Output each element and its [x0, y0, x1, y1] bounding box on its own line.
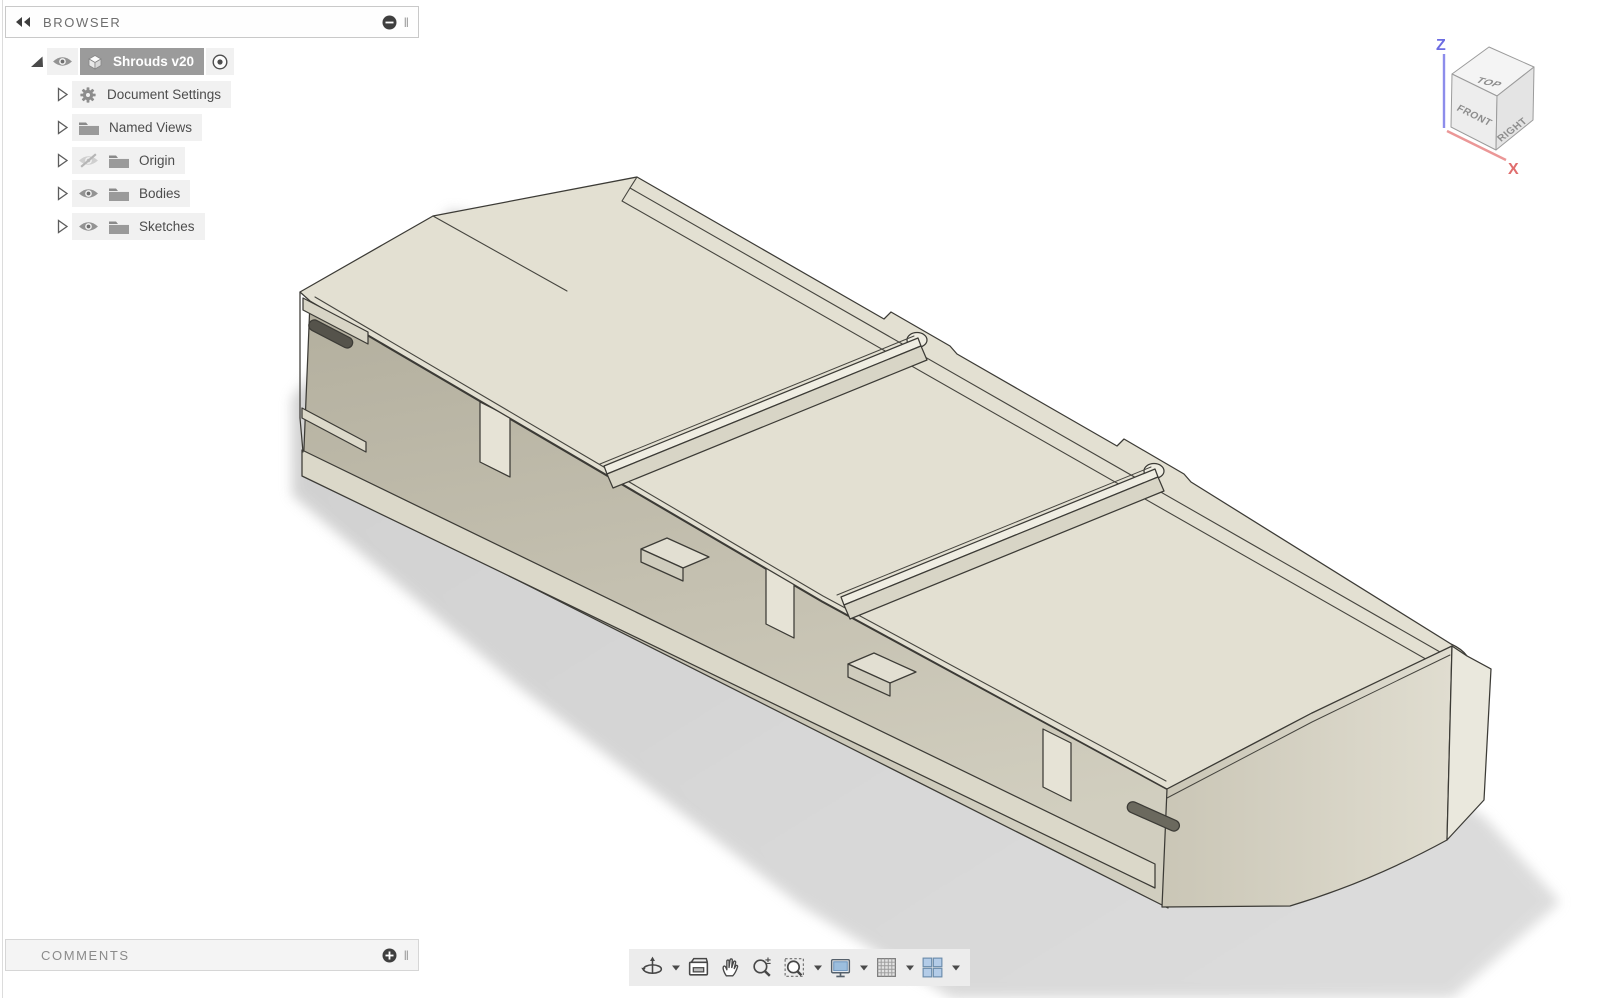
expander-collapsed-icon[interactable] — [52, 218, 72, 235]
fusion-canvas-window: { "browser_panel": { "title": "BROWSER",… — [0, 0, 1600, 998]
display-settings-icon — [830, 958, 851, 978]
folder-icon — [109, 155, 129, 168]
orbit-button[interactable] — [638, 953, 667, 982]
tree-item-sketches[interactable]: Sketches — [72, 213, 205, 240]
tree-item-shrouds-v20[interactable]: Shrouds v20 — [80, 48, 205, 75]
tree-item-label: Bodies — [139, 186, 181, 201]
browser-tree: Shrouds v20 Document Settings Named View… — [5, 45, 419, 243]
pan-hand-icon — [722, 958, 739, 977]
visibility-toggle[interactable] — [47, 48, 78, 75]
display-settings-dropdown-caret[interactable] — [858, 953, 869, 982]
tree-item-document-settings[interactable]: Document Settings — [72, 81, 232, 108]
viewcube[interactable]: TOP FRONT RIGHT Z X — [1436, 37, 1535, 178]
eye-icon[interactable] — [78, 219, 99, 234]
z-axis-label: Z — [1436, 37, 1446, 54]
grid-dropdown-caret[interactable] — [904, 953, 915, 982]
gear-icon — [80, 86, 96, 103]
zoom-button[interactable]: ± — [748, 953, 777, 982]
folder-icon — [79, 122, 99, 135]
expander-collapsed-icon[interactable] — [52, 119, 72, 136]
tree-item-bodies[interactable]: Bodies — [72, 180, 191, 207]
pan-button[interactable] — [716, 953, 745, 982]
comments-panel-title: COMMENTS — [41, 947, 130, 963]
comments-panel: COMMENTS ‖ — [5, 939, 419, 971]
fit-button[interactable] — [780, 953, 809, 982]
browser-panel: BROWSER ‖ Shrouds v20 Document Settings … — [5, 6, 419, 243]
tree-item-label: Shrouds v20 — [113, 54, 195, 69]
panel-grip-handle[interactable]: ‖ — [404, 15, 409, 30]
expander-collapsed-icon[interactable] — [52, 86, 72, 103]
expander-collapsed-icon[interactable] — [52, 185, 72, 202]
comments-panel-header[interactable]: COMMENTS ‖ — [5, 939, 419, 971]
eye-icon[interactable] — [78, 186, 99, 201]
collapse-panel-icon[interactable] — [15, 16, 32, 28]
grid-and-snaps-button[interactable] — [872, 953, 901, 982]
fit-dropdown-caret[interactable] — [812, 953, 823, 982]
eye-icon — [53, 57, 72, 66]
orbit-icon — [641, 956, 663, 975]
tree-item-label: Named Views — [109, 120, 193, 135]
x-axis-label: X — [1508, 161, 1519, 178]
browser-panel-title: BROWSER — [43, 14, 122, 30]
tree-row-origin: Origin — [5, 144, 419, 177]
zoom-fit-icon — [784, 958, 804, 977]
eye-hidden-icon[interactable] — [78, 153, 99, 168]
activate-radio-icon — [212, 53, 228, 70]
folder-icon — [109, 221, 129, 234]
tree-row-named-views: Named Views — [5, 111, 419, 144]
component-cube-icon — [88, 54, 102, 70]
tree-row-root-component: Shrouds v20 — [5, 45, 419, 78]
look-at-button[interactable] — [684, 953, 713, 982]
activate-component-radio[interactable] — [206, 48, 235, 75]
folder-icon — [109, 188, 129, 201]
tree-item-label: Origin — [139, 153, 176, 168]
look-at-icon — [688, 957, 709, 976]
browser-panel-header[interactable]: BROWSER ‖ — [5, 6, 419, 38]
tree-item-named-views[interactable]: Named Views — [72, 114, 203, 141]
tree-row-bodies: Bodies — [5, 177, 419, 210]
display-settings-button[interactable] — [826, 953, 855, 982]
orbit-dropdown-caret[interactable] — [670, 953, 681, 982]
navigation-toolbar: ± — [629, 949, 970, 986]
svg-text:±: ± — [765, 956, 771, 967]
grid-icon — [877, 958, 896, 977]
zoom-icon: ± — [753, 956, 771, 977]
tree-item-label: Document Settings — [107, 87, 222, 102]
plus-circle-icon[interactable] — [382, 948, 397, 963]
panel-grip-handle[interactable]: ‖ — [404, 948, 409, 963]
expander-expanded-icon[interactable] — [27, 54, 47, 70]
tree-item-origin[interactable]: Origin — [72, 147, 186, 174]
viewports-button[interactable] — [918, 953, 947, 982]
tree-item-label: Sketches — [139, 219, 195, 234]
model-right-end-face — [1446, 645, 1492, 841]
minus-circle-icon[interactable] — [382, 15, 397, 30]
tree-row-document-settings: Document Settings — [5, 78, 419, 111]
tree-row-sketches: Sketches — [5, 210, 419, 243]
viewports-dropdown-caret[interactable] — [950, 953, 961, 982]
viewports-icon — [922, 957, 943, 978]
expander-collapsed-icon[interactable] — [52, 152, 72, 169]
